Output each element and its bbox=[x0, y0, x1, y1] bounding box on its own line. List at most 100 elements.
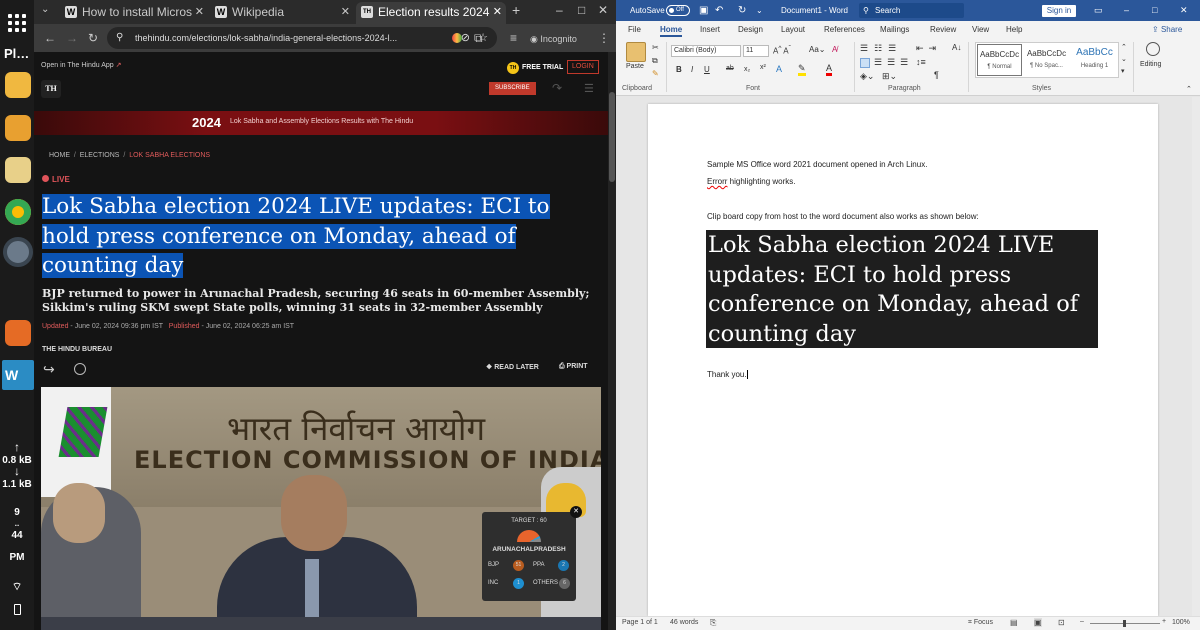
share-arrow-icon[interactable]: ↪ bbox=[43, 361, 55, 378]
page-scrollbar[interactable] bbox=[608, 52, 616, 630]
list-buttons[interactable]: ☰☷☰ bbox=[860, 43, 902, 54]
focus-button[interactable]: ⌗ Focus bbox=[968, 619, 993, 627]
word-app-icon[interactable]: W bbox=[2, 360, 34, 390]
extension-icon[interactable] bbox=[452, 33, 462, 43]
gear-icon[interactable] bbox=[3, 237, 33, 267]
minimize-icon[interactable]: – bbox=[556, 3, 563, 17]
results-widget[interactable]: ✕ TARGET : 60 ARUNACHALPRADESH BJP 51 PP… bbox=[482, 506, 582, 601]
pilcrow-icon[interactable]: ¶ bbox=[934, 70, 939, 80]
undo-icon[interactable]: ↶ bbox=[715, 0, 723, 21]
borders-icon[interactable]: ⊞⌄ bbox=[882, 71, 897, 82]
page-count[interactable]: Page 1 of 1 bbox=[622, 619, 658, 626]
editing-button[interactable]: Editing bbox=[1140, 61, 1161, 68]
tab-references[interactable]: References bbox=[824, 25, 865, 34]
zoom-slider-thumb[interactable] bbox=[1123, 620, 1126, 627]
document-scrollbar[interactable] bbox=[1192, 97, 1200, 616]
ribbon-display-icon[interactable]: ▭ bbox=[1094, 0, 1103, 21]
zoom-level[interactable]: 100% bbox=[1172, 619, 1190, 626]
open-app-link[interactable]: Open in The Hindu App ↗ bbox=[41, 61, 121, 69]
tab-home[interactable]: Home bbox=[660, 25, 683, 37]
author-byline[interactable]: THE HINDU BUREAU bbox=[42, 346, 112, 353]
document-page[interactable]: Sample MS Office word 2021 document open… bbox=[648, 104, 1158, 616]
word-count[interactable]: 46 words bbox=[670, 619, 698, 626]
tab-layout[interactable]: Layout bbox=[781, 25, 805, 34]
tab-design[interactable]: Design bbox=[738, 25, 763, 34]
address-bar[interactable]: ⚲ thehindu.com/elections/lok-sabha/india… bbox=[107, 27, 497, 49]
elections-banner[interactable]: 2024 Lok Sabha and Assembly Elections Re… bbox=[34, 111, 608, 135]
chrome-icon[interactable] bbox=[5, 199, 31, 225]
forward-arrow-icon[interactable]: → bbox=[66, 31, 78, 45]
font-name-field[interactable]: Calibri (Body) bbox=[671, 45, 741, 57]
maximize-icon[interactable]: □ bbox=[1152, 0, 1157, 21]
search-box[interactable]: ⚲ Search bbox=[859, 3, 964, 18]
menu-dots-icon[interactable]: ⋮ bbox=[598, 31, 610, 45]
styles-scroll-icon[interactable]: ⌃ ⌄ ▾ bbox=[1121, 42, 1127, 78]
subscript-icon[interactable]: x₂ bbox=[744, 66, 750, 73]
file-manager-icon[interactable] bbox=[5, 72, 31, 98]
share-button[interactable]: ⇪ Share bbox=[1152, 25, 1182, 34]
underline-icon[interactable]: U bbox=[704, 65, 710, 74]
login-button[interactable]: LOGIN bbox=[567, 60, 599, 74]
proofing-icon[interactable]: ⎘ bbox=[710, 618, 716, 628]
minimize-icon[interactable]: – bbox=[1124, 0, 1129, 21]
gitlab-icon[interactable] bbox=[5, 320, 31, 346]
tab-how-to-install[interactable]: W How to install Micros ✕ bbox=[60, 2, 208, 24]
hamburger-menu-icon[interactable]: ☰ bbox=[584, 82, 594, 95]
align-left-icon[interactable] bbox=[860, 58, 870, 68]
reload-icon[interactable]: ↻ bbox=[88, 31, 98, 45]
back-arrow-icon[interactable]: ← bbox=[44, 31, 56, 45]
strikethrough-icon[interactable]: ab bbox=[726, 65, 734, 72]
italic-icon[interactable]: I bbox=[691, 65, 693, 74]
web-layout-icon[interactable]: ⊡ bbox=[1058, 618, 1065, 627]
misspelled-word[interactable]: Errorr bbox=[707, 177, 727, 186]
redo-icon[interactable]: ↻ bbox=[738, 0, 746, 21]
close-icon[interactable]: ✕ bbox=[570, 506, 582, 518]
text-effects-icon[interactable]: A bbox=[776, 64, 782, 74]
close-icon[interactable]: ✕ bbox=[1180, 0, 1188, 21]
tab-view[interactable]: View bbox=[972, 25, 989, 34]
style-normal[interactable]: AaBbCcDc ¶ Normal bbox=[977, 44, 1022, 76]
tab-mailings[interactable]: Mailings bbox=[880, 25, 909, 34]
incognito-badge[interactable]: ◉ Incognito bbox=[530, 32, 577, 46]
superscript-icon[interactable]: x² bbox=[760, 64, 766, 71]
app-grid-icon[interactable] bbox=[8, 14, 26, 32]
highlight-icon[interactable]: ✎ bbox=[798, 64, 806, 76]
breadcrumb-elections[interactable]: ELECTIONS bbox=[80, 152, 120, 159]
tab-review[interactable]: Review bbox=[930, 25, 956, 34]
sign-in-button[interactable]: Sign in bbox=[1042, 5, 1076, 17]
hindu-logo[interactable]: TH bbox=[41, 80, 61, 98]
style-heading-1[interactable]: AaBbCc Heading 1 bbox=[1071, 44, 1118, 76]
tab-insert[interactable]: Insert bbox=[700, 25, 720, 34]
change-case-icon[interactable]: Aa⌄ bbox=[809, 45, 826, 54]
collapse-ribbon-icon[interactable]: ⌃ bbox=[1186, 85, 1192, 93]
comment-icon[interactable] bbox=[74, 363, 86, 375]
tab-file[interactable]: File bbox=[628, 25, 641, 34]
print-button[interactable]: ⎙ PRINT bbox=[559, 363, 588, 371]
autosave-toggle[interactable]: Off bbox=[666, 5, 690, 16]
customize-qat-icon[interactable]: ⌄ bbox=[756, 0, 763, 21]
breadcrumb-lok-sabha[interactable]: LOK SABHA ELECTIONS bbox=[129, 152, 210, 159]
clear-formatting-icon[interactable]: A̸ bbox=[832, 45, 837, 54]
settings-panel-icon[interactable] bbox=[5, 115, 31, 141]
close-icon[interactable]: ✕ bbox=[195, 2, 204, 22]
paste-label[interactable]: Paste bbox=[626, 63, 644, 70]
cat-app-icon[interactable] bbox=[5, 157, 31, 183]
copy-icon[interactable]: ⧉ bbox=[652, 56, 658, 66]
zoom-out-icon[interactable]: – bbox=[1080, 618, 1084, 625]
print-layout-icon[interactable]: ▣ bbox=[1034, 618, 1042, 627]
breadcrumb-home[interactable]: HOME bbox=[49, 152, 70, 159]
sort-icon[interactable]: A↓ bbox=[952, 43, 961, 52]
free-trial-link[interactable]: FREE TRIAL bbox=[522, 64, 563, 71]
tab-groups-icon[interactable]: ≡ bbox=[510, 31, 517, 45]
close-icon[interactable]: ✕ bbox=[341, 2, 350, 22]
share-icon[interactable]: ↷ bbox=[552, 81, 562, 95]
save-icon[interactable]: ▣ bbox=[699, 0, 708, 21]
indent-buttons[interactable]: ⇤⇥ bbox=[916, 43, 941, 54]
font-size-field[interactable]: 11 bbox=[743, 45, 769, 57]
new-tab-icon[interactable]: + bbox=[512, 3, 520, 17]
read-mode-icon[interactable]: ▤ bbox=[1010, 618, 1018, 627]
close-icon[interactable]: ✕ bbox=[489, 2, 502, 22]
format-painter-icon[interactable]: ✎ bbox=[652, 69, 659, 78]
grow-font-icon[interactable]: A^ Aˇ bbox=[773, 45, 791, 56]
tab-help[interactable]: Help bbox=[1006, 25, 1022, 34]
